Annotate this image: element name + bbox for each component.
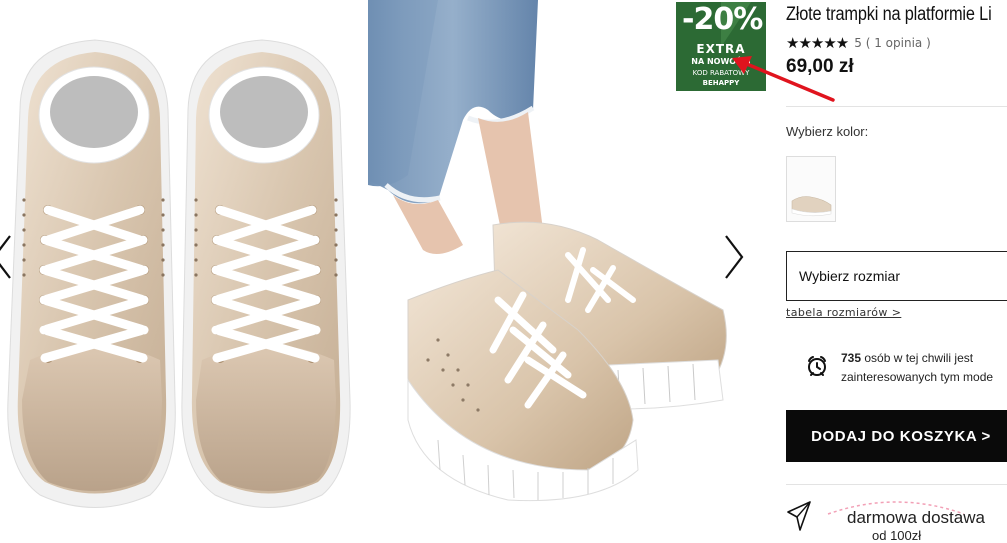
product-photo-top-view[interactable] <box>0 0 366 536</box>
product-rating[interactable]: ★★★★★ 5 ( 1 opinia ) <box>786 34 931 52</box>
product-price: 69,00 zł <box>786 56 854 77</box>
sneakers-top-view-image <box>7 39 351 508</box>
alarm-clock-icon <box>808 356 826 376</box>
interest-text-line2: zainteresowanych tym mode <box>841 370 994 384</box>
promo-percent: -20% <box>682 2 763 37</box>
chevron-left-icon[interactable] <box>0 232 18 282</box>
size-select[interactable]: Wybierz rozmiar <box>786 251 1007 301</box>
rating-value: 5 <box>854 36 862 50</box>
free-delivery-text: darmowa dostawa <box>847 508 985 527</box>
interest-text-line1: osób w tej chwili jest <box>861 351 974 365</box>
interest-count: 735 <box>841 351 862 365</box>
paper-plane-icon <box>787 501 811 531</box>
product-gallery <box>0 0 768 536</box>
divider <box>786 484 1007 485</box>
divider <box>786 106 1007 107</box>
product-info-panel: Złote trampki na platformie Li ★★★★★ 5 (… <box>786 0 1007 543</box>
swatch-thumbnail-image <box>787 157 835 221</box>
color-label: Wybierz kolor: <box>786 124 869 139</box>
add-to-cart-button[interactable]: DODAJ DO KOSZYKA > <box>786 410 1007 462</box>
add-to-cart-label: DODAJ DO KOSZYKA > <box>811 427 991 445</box>
size-select-label: Wybierz rozmiar <box>799 268 900 284</box>
color-swatch-gold[interactable] <box>786 156 836 222</box>
product-title: Złote trampki na platformie Li <box>786 4 992 25</box>
chevron-right-icon[interactable] <box>718 232 748 282</box>
size-table-link[interactable]: tabela rozmiarów > <box>786 306 901 319</box>
interest-text: 735 osób w tej chwili jest zainteresowan… <box>841 349 993 387</box>
reviews-count[interactable]: ( 1 opinia ) <box>866 36 931 50</box>
star-rating-icon: ★★★★★ <box>786 34 849 52</box>
